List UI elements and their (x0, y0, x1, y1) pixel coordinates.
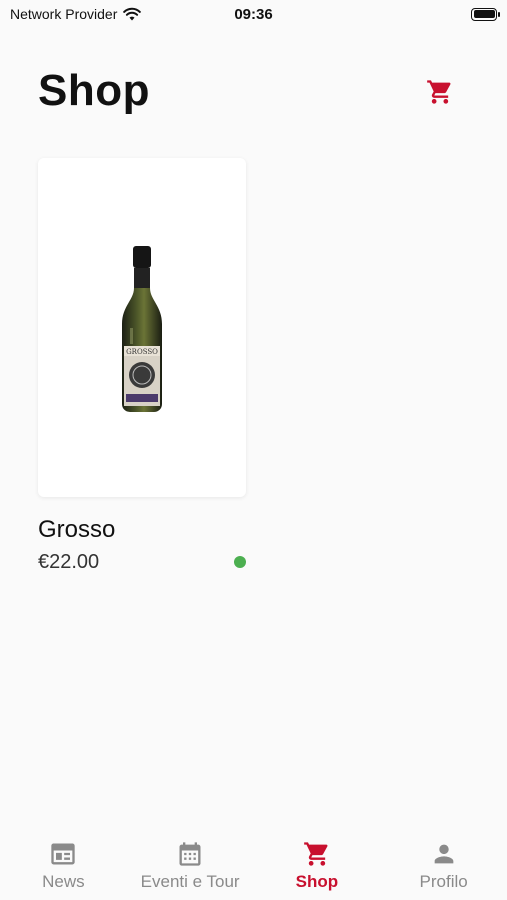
newspaper-icon (51, 843, 76, 865)
product-name[interactable]: Grosso (38, 516, 115, 544)
header-cart-button[interactable] (426, 78, 454, 106)
nav-item-profilo[interactable]: Profilo (380, 830, 507, 900)
bottom-navigation: News Eventi e Tour Shop Profilo (0, 830, 507, 900)
nav-item-news[interactable]: News (0, 830, 127, 900)
status-time: 09:36 (234, 5, 273, 23)
cart-icon (304, 842, 328, 866)
status-bar: Network Provider 09:36 (0, 0, 507, 28)
shop-screen: Network Provider 09:36 Shop GROSSO Gross… (0, 0, 507, 900)
nav-item-eventi-e-tour[interactable]: Eventi e Tour (127, 830, 254, 900)
nav-item-shop[interactable]: Shop (254, 830, 381, 900)
svg-text:GROSSO: GROSSO (126, 348, 158, 356)
carrier-label: Network Provider (10, 6, 118, 22)
nav-label-shop: Shop (295, 872, 339, 891)
status-left: Network Provider (10, 6, 142, 22)
product-card[interactable]: GROSSO (38, 158, 246, 497)
person-icon (434, 844, 453, 864)
battery-icon (471, 7, 500, 21)
wifi-icon (123, 7, 142, 21)
product-price: €22.00 (38, 551, 100, 573)
cart-icon (427, 80, 451, 104)
page-title: Shop (38, 66, 150, 115)
nav-label-profilo: Profilo (419, 872, 468, 891)
nav-label-news: News (42, 872, 85, 891)
nav-label-eventi-e-tour: Eventi e Tour (140, 872, 240, 891)
wine-bottle-image: GROSSO (122, 246, 162, 412)
calendar-icon (179, 842, 201, 866)
availability-indicator (234, 556, 246, 568)
